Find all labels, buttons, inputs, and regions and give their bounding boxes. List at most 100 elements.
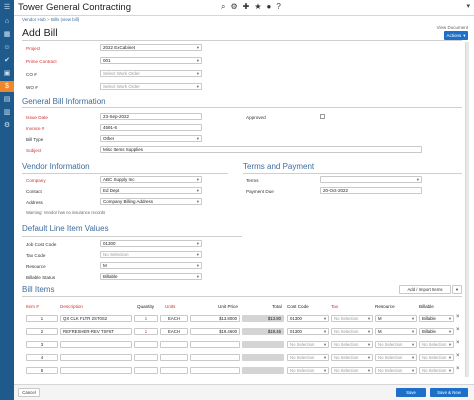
table-cell-resource[interactable]: M — [375, 328, 417, 335]
add-icon[interactable]: ✚ — [243, 2, 250, 12]
job-cost-select[interactable]: 01300 — [100, 240, 202, 247]
chat-icon[interactable]: ● — [267, 2, 272, 12]
add-items-chevron-icon[interactable]: ▾ — [452, 285, 462, 294]
table-cell-unit-price[interactable] — [190, 341, 240, 348]
table-cell-resource[interactable]: No Selection — [375, 354, 417, 361]
table-cell-item[interactable]: 1 — [26, 315, 58, 322]
table-cell-units[interactable]: EACH — [160, 315, 188, 322]
table-cell-quantity[interactable] — [134, 341, 158, 348]
table-cell-item[interactable]: 4 — [26, 354, 58, 361]
table-cell-billable[interactable]: No Selection — [419, 367, 454, 374]
calendar-icon[interactable]: ▦ — [0, 29, 14, 40]
reports-icon[interactable]: ▥ — [0, 107, 14, 118]
resource-select[interactable]: M — [100, 262, 202, 269]
notification-icon[interactable]: ★ — [254, 2, 261, 12]
view-document-link[interactable]: View Document — [437, 25, 468, 30]
project-select[interactable]: 2022 ExCabinet — [100, 44, 202, 51]
help-icon[interactable]: ? — [276, 2, 280, 12]
billable-select[interactable]: Billable — [100, 273, 202, 280]
menu-icon[interactable]: ☰ — [0, 2, 14, 13]
bill-type-select[interactable]: Other — [100, 135, 202, 142]
table-cell-description[interactable] — [60, 354, 132, 361]
table-cell-tax[interactable]: No Selection — [331, 328, 373, 335]
table-cell-billable[interactable]: No Selection — [419, 354, 454, 361]
table-cell-units[interactable]: EACH — [160, 328, 188, 335]
invoice-input[interactable]: 4591-6 — [100, 124, 202, 131]
cancel-button[interactable]: Cancel — [18, 388, 40, 397]
vendor-hub-icon[interactable]: $ — [0, 81, 14, 92]
scrollbar-thumb[interactable] — [465, 42, 469, 377]
table-cell-units[interactable] — [160, 354, 188, 361]
approved-checkbox[interactable] — [320, 114, 325, 119]
address-select[interactable]: Company Billing Address — [100, 198, 202, 205]
table-cell-tax[interactable]: No Selection — [331, 315, 373, 322]
subject-input[interactable]: Misc Items Supplies — [100, 146, 422, 153]
table-cell-resource[interactable]: M — [375, 315, 417, 322]
contact-select[interactable]: Ed Dept — [100, 187, 202, 194]
delete-row-icon[interactable]: × — [456, 314, 460, 320]
breadcrumb-bills[interactable]: Bills (view bill) — [51, 17, 79, 22]
work-order-select[interactable]: Select Work Order — [100, 83, 202, 90]
table-cell-cost-code[interactable]: No Selection — [287, 367, 329, 374]
table-cell-unit-price[interactable]: $13.8000 — [190, 315, 240, 322]
table-cell-item[interactable]: 5 — [26, 367, 58, 374]
table-cell-item[interactable]: 3 — [26, 341, 58, 348]
table-cell-tax[interactable]: No Selection — [331, 354, 373, 361]
table-cell-quantity[interactable] — [134, 354, 158, 361]
company-select[interactable]: ABC Supply Inc — [100, 176, 202, 183]
table-cell-item[interactable]: 2 — [26, 328, 58, 335]
table-cell-resource[interactable]: No Selection — [375, 367, 417, 374]
change-order-select[interactable]: Select Work Order — [100, 70, 202, 77]
table-cell-billable[interactable]: No Selection — [419, 341, 454, 348]
job-cost-label: Job Cost Code — [26, 242, 57, 247]
terms-select[interactable] — [320, 176, 422, 183]
table-cell-unit-price[interactable]: $19.4600 — [190, 328, 240, 335]
actions-button[interactable]: Actions ▾ — [444, 31, 468, 40]
table-cell-resource[interactable]: No Selection — [375, 341, 417, 348]
table-cell-description[interactable] — [60, 367, 132, 374]
table-cell-quantity[interactable] — [134, 367, 158, 374]
app-root: ☰ ⌂ ▦ ☺ ✔ ▣ $ ▤ ▥ ⚙ Tower General Contra… — [0, 0, 474, 400]
settings-icon[interactable]: ⚙ — [0, 120, 14, 131]
table-cell-units[interactable] — [160, 367, 188, 374]
prime-contract-select[interactable]: 001 — [100, 57, 202, 64]
breadcrumb-vendor-hub[interactable]: Vendor Hub — [22, 17, 46, 22]
table-cell-quantity[interactable]: 1 — [134, 328, 158, 335]
user-menu[interactable]: ▾ — [466, 2, 470, 10]
table-cell-cost-code[interactable]: 01300 — [287, 328, 329, 335]
payment-due-input[interactable]: 20-Oct-2022 — [320, 187, 422, 194]
table-cell-billable[interactable]: Billable — [419, 328, 454, 335]
save-new-button[interactable]: Save & New — [430, 388, 468, 397]
page-scrollbar[interactable] — [464, 42, 470, 377]
issue-date-input[interactable]: 23-Sep-2022 — [100, 113, 202, 120]
delete-row-icon[interactable]: × — [456, 327, 460, 333]
tax-code-select[interactable]: No Selection — [100, 251, 202, 258]
table-cell-unit-price[interactable] — [190, 367, 240, 374]
table-cell-unit-price[interactable] — [190, 354, 240, 361]
save-button[interactable]: Save — [396, 388, 426, 397]
tasks-icon[interactable]: ✔ — [0, 55, 14, 66]
table-cell-quantity[interactable]: 1 — [134, 315, 158, 322]
table-cell-cost-code[interactable]: No Selection — [287, 354, 329, 361]
documents-icon[interactable]: ▤ — [0, 94, 14, 105]
table-cell-description[interactable]: QX CLK FLTR 2ST0S2 — [60, 315, 132, 322]
table-cell-billable[interactable]: Billable — [419, 315, 454, 322]
delete-row-icon[interactable]: × — [456, 340, 460, 346]
search-icon[interactable]: ⌕ — [221, 2, 225, 12]
table-cell-cost-code[interactable]: No Selection — [287, 341, 329, 348]
people-icon[interactable]: ☺ — [0, 42, 14, 53]
delete-row-icon[interactable]: × — [456, 353, 460, 359]
table-cell-description[interactable] — [60, 341, 132, 348]
settings-gear-icon[interactable]: ⚙ — [230, 2, 237, 12]
table-cell-description[interactable]: REFRESHER-REV TSF6T — [60, 328, 132, 335]
table-cell-tax[interactable]: No Selection — [331, 341, 373, 348]
table-cell-cost-code[interactable]: 01300 — [287, 315, 329, 322]
delete-row-icon[interactable]: × — [456, 366, 460, 372]
truck-icon[interactable]: ▣ — [0, 68, 14, 79]
home-icon[interactable]: ⌂ — [0, 16, 14, 27]
table-cell-units[interactable] — [160, 341, 188, 348]
divider — [22, 236, 242, 237]
top-bar: Tower General Contracting ⌕ ⚙ ✚ ★ ● ? ▾ — [14, 0, 474, 16]
add-import-items-button[interactable]: Add / Import Items — [399, 285, 451, 294]
table-cell-tax[interactable]: No Selection — [331, 367, 373, 374]
